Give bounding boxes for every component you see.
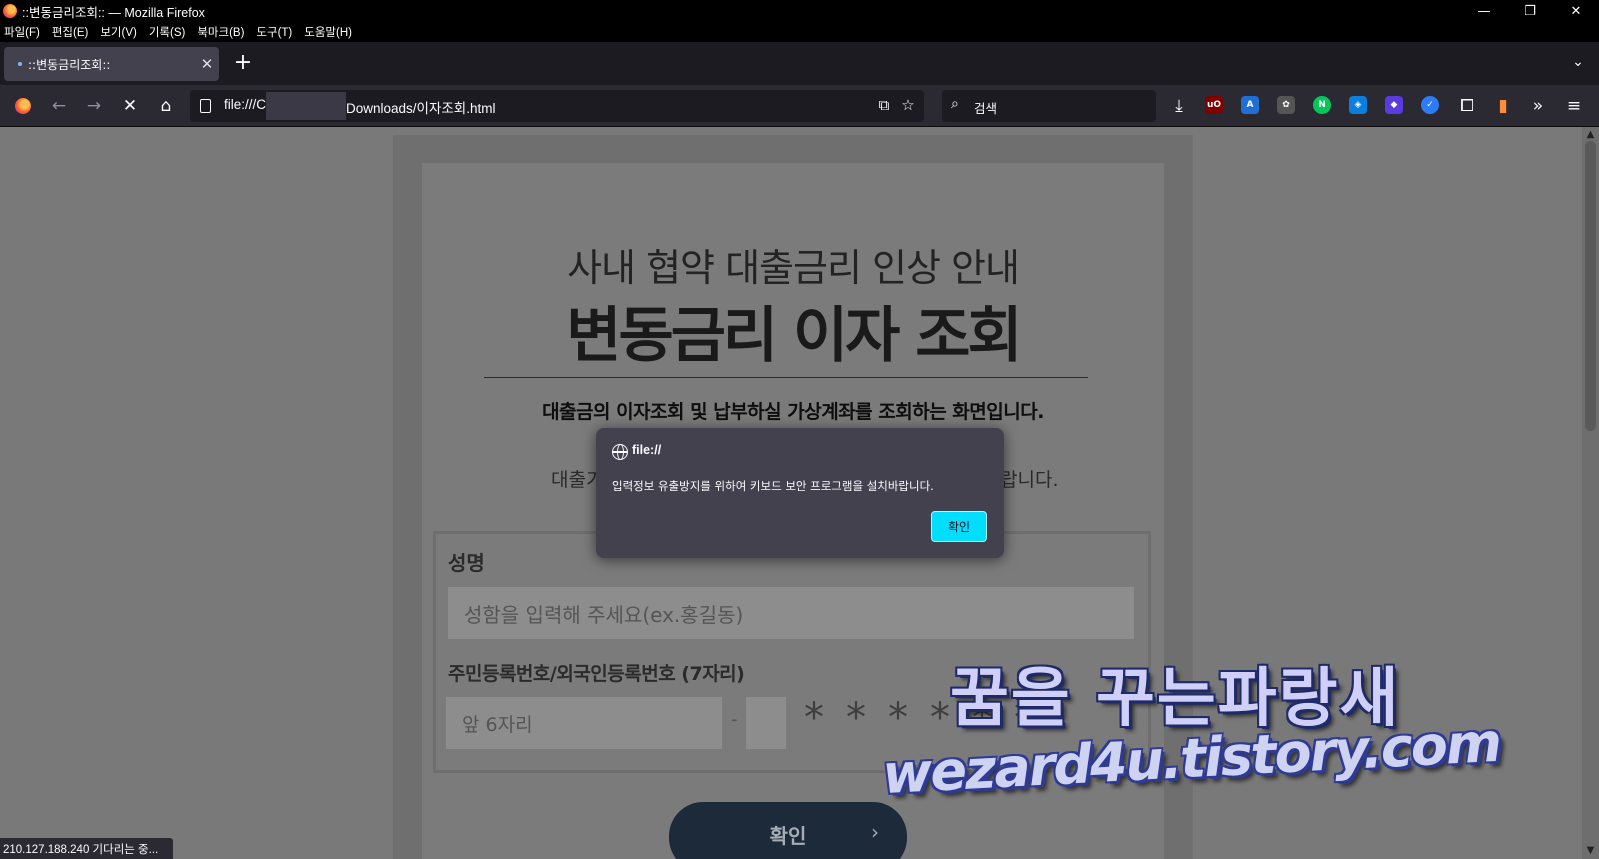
globe-icon [612, 444, 628, 460]
loading-dot-icon [18, 62, 22, 66]
tab-strip: ::변동금리조회:: ✕ + ⌄ [0, 42, 1599, 85]
page-icon [200, 99, 211, 113]
bookmark-star-icon[interactable]: ☆ [898, 96, 918, 116]
puzzle-extension-icon[interactable]: ✿ [1277, 96, 1295, 114]
scroll-down-icon[interactable]: ▼ [1582, 845, 1599, 856]
tab-label: ::변동금리조회:: [28, 57, 111, 72]
resident-number-front-input[interactable]: 앞 6자리 [446, 697, 722, 749]
downloads-icon[interactable]: ⤓ [1166, 93, 1192, 119]
hamburger-menu-icon[interactable]: ≡ [1561, 93, 1587, 119]
restore-button[interactable]: ❐ [1507, 0, 1553, 22]
description-line-1: 대출금의 이자조회 및 납부하실 가상계좌를 조회하는 화면입니다. [542, 401, 1044, 423]
extensions-puzzle-icon[interactable]: ⧠ [1454, 93, 1480, 119]
title-divider [484, 377, 1088, 378]
diamond-extension-icon[interactable]: ◆ [1385, 96, 1403, 114]
tab-active[interactable]: ::변동금리조회:: ✕ [4, 47, 219, 81]
new-tab-button[interactable]: + [230, 51, 256, 77]
firefox-logo-icon [3, 4, 17, 18]
forward-arrow-icon[interactable]: → [81, 93, 107, 119]
overflow-chevron-icon[interactable]: » [1525, 93, 1551, 119]
window-title: ::변동금리조회:: — Mozilla Firefox [22, 5, 205, 20]
check-extension-icon[interactable]: ✓ [1421, 96, 1439, 114]
dialog-message: 입력정보 유출방지를 위하여 키보드 보안 프로그램을 설치바랍니다. [612, 479, 934, 493]
resident-number-dash: - [731, 709, 738, 730]
vertical-scrollbar[interactable]: ▲ ▼ [1582, 127, 1599, 859]
list-all-tabs-button[interactable]: ⌄ [1568, 54, 1588, 74]
menu-bookmarks[interactable]: 북마크(B) [197, 24, 244, 40]
url-suffix: Downloads/이자조회.html [346, 101, 496, 116]
translate-extension-icon[interactable]: A [1241, 96, 1259, 114]
url-bar[interactable]: file:///C Downloads/이자조회.html ⧉ ☆ [190, 90, 924, 122]
dialog-ok-button[interactable]: 확인 [931, 511, 987, 542]
firefox-view-icon[interactable] [10, 93, 36, 119]
menu-help[interactable]: 도움말(H) [304, 24, 352, 40]
menu-tools[interactable]: 도구(T) [256, 24, 292, 40]
menu-file[interactable]: 파일(F) [4, 24, 40, 40]
stop-loading-icon[interactable]: ✕ [117, 93, 143, 119]
menu-bar: 파일(F) 편집(E) 보기(V) 기록(S) 북마크(B) 도구(T) 도움말… [0, 22, 1599, 42]
page-title: 변동금리 이자 조회 [566, 301, 1022, 371]
home-icon[interactable]: ⌂ [153, 93, 179, 119]
tab-close-icon[interactable]: ✕ [195, 55, 219, 73]
dialog-origin: file:// [632, 443, 662, 457]
url-prefix: file:///C [224, 97, 267, 112]
redacted-path [266, 92, 346, 120]
scrollbar-thumb[interactable] [1585, 141, 1596, 431]
menu-history[interactable]: 기록(S) [149, 24, 186, 40]
ublock-icon[interactable]: uO [1205, 96, 1223, 114]
menu-edit[interactable]: 편집(E) [52, 24, 89, 40]
naver-extension-icon[interactable]: N [1313, 96, 1331, 114]
navigation-toolbar: ← → ✕ ⌂ file:///C Downloads/이자조회.html ⧉ … [0, 85, 1599, 127]
alert-dialog: file:// 입력정보 유출방지를 위하여 키보드 보안 프로그램을 설치바랍… [596, 428, 1004, 558]
status-bar: 210.127.188.240 기다리는 중... [0, 838, 173, 859]
confirm-button[interactable]: 확인 › [669, 802, 907, 859]
search-bar[interactable]: ⌕ 검색 [942, 90, 1156, 122]
description-line-2-right: 랍니다. [1000, 469, 1059, 491]
name-input[interactable]: 성함을 입력해 주세요(ex.홍길동) [448, 587, 1134, 639]
scroll-up-icon[interactable]: ▲ [1582, 129, 1599, 140]
close-window-button[interactable]: ✕ [1553, 0, 1599, 22]
search-placeholder: 검색 [974, 101, 998, 116]
search-icon: ⌕ [951, 96, 959, 112]
confirm-button-label: 확인 [769, 824, 807, 848]
firefox-window: ::변동금리조회:: — Mozilla Firefox — ❐ ✕ 파일(F)… [0, 0, 1599, 859]
shield-extension-icon[interactable]: ◈ [1349, 96, 1367, 114]
minimize-button[interactable]: — [1461, 0, 1507, 22]
resident-number-label: 주민등록번호/외국인등록번호 (7자리) [448, 663, 745, 685]
title-bar: ::변동금리조회:: — Mozilla Firefox — ❐ ✕ [0, 0, 1599, 22]
chevron-right-icon: › [871, 820, 879, 844]
trash-extension-icon[interactable]: ▮ [1490, 93, 1516, 119]
back-arrow-icon[interactable]: ← [46, 93, 72, 119]
name-label: 성명 [448, 551, 485, 575]
translate-page-icon[interactable]: ⧉ [874, 96, 894, 116]
resident-number-back-input[interactable] [746, 697, 786, 749]
menu-view[interactable]: 보기(V) [100, 24, 137, 40]
page-subtitle: 사내 협약 대출금리 인상 안내 [567, 246, 1020, 290]
